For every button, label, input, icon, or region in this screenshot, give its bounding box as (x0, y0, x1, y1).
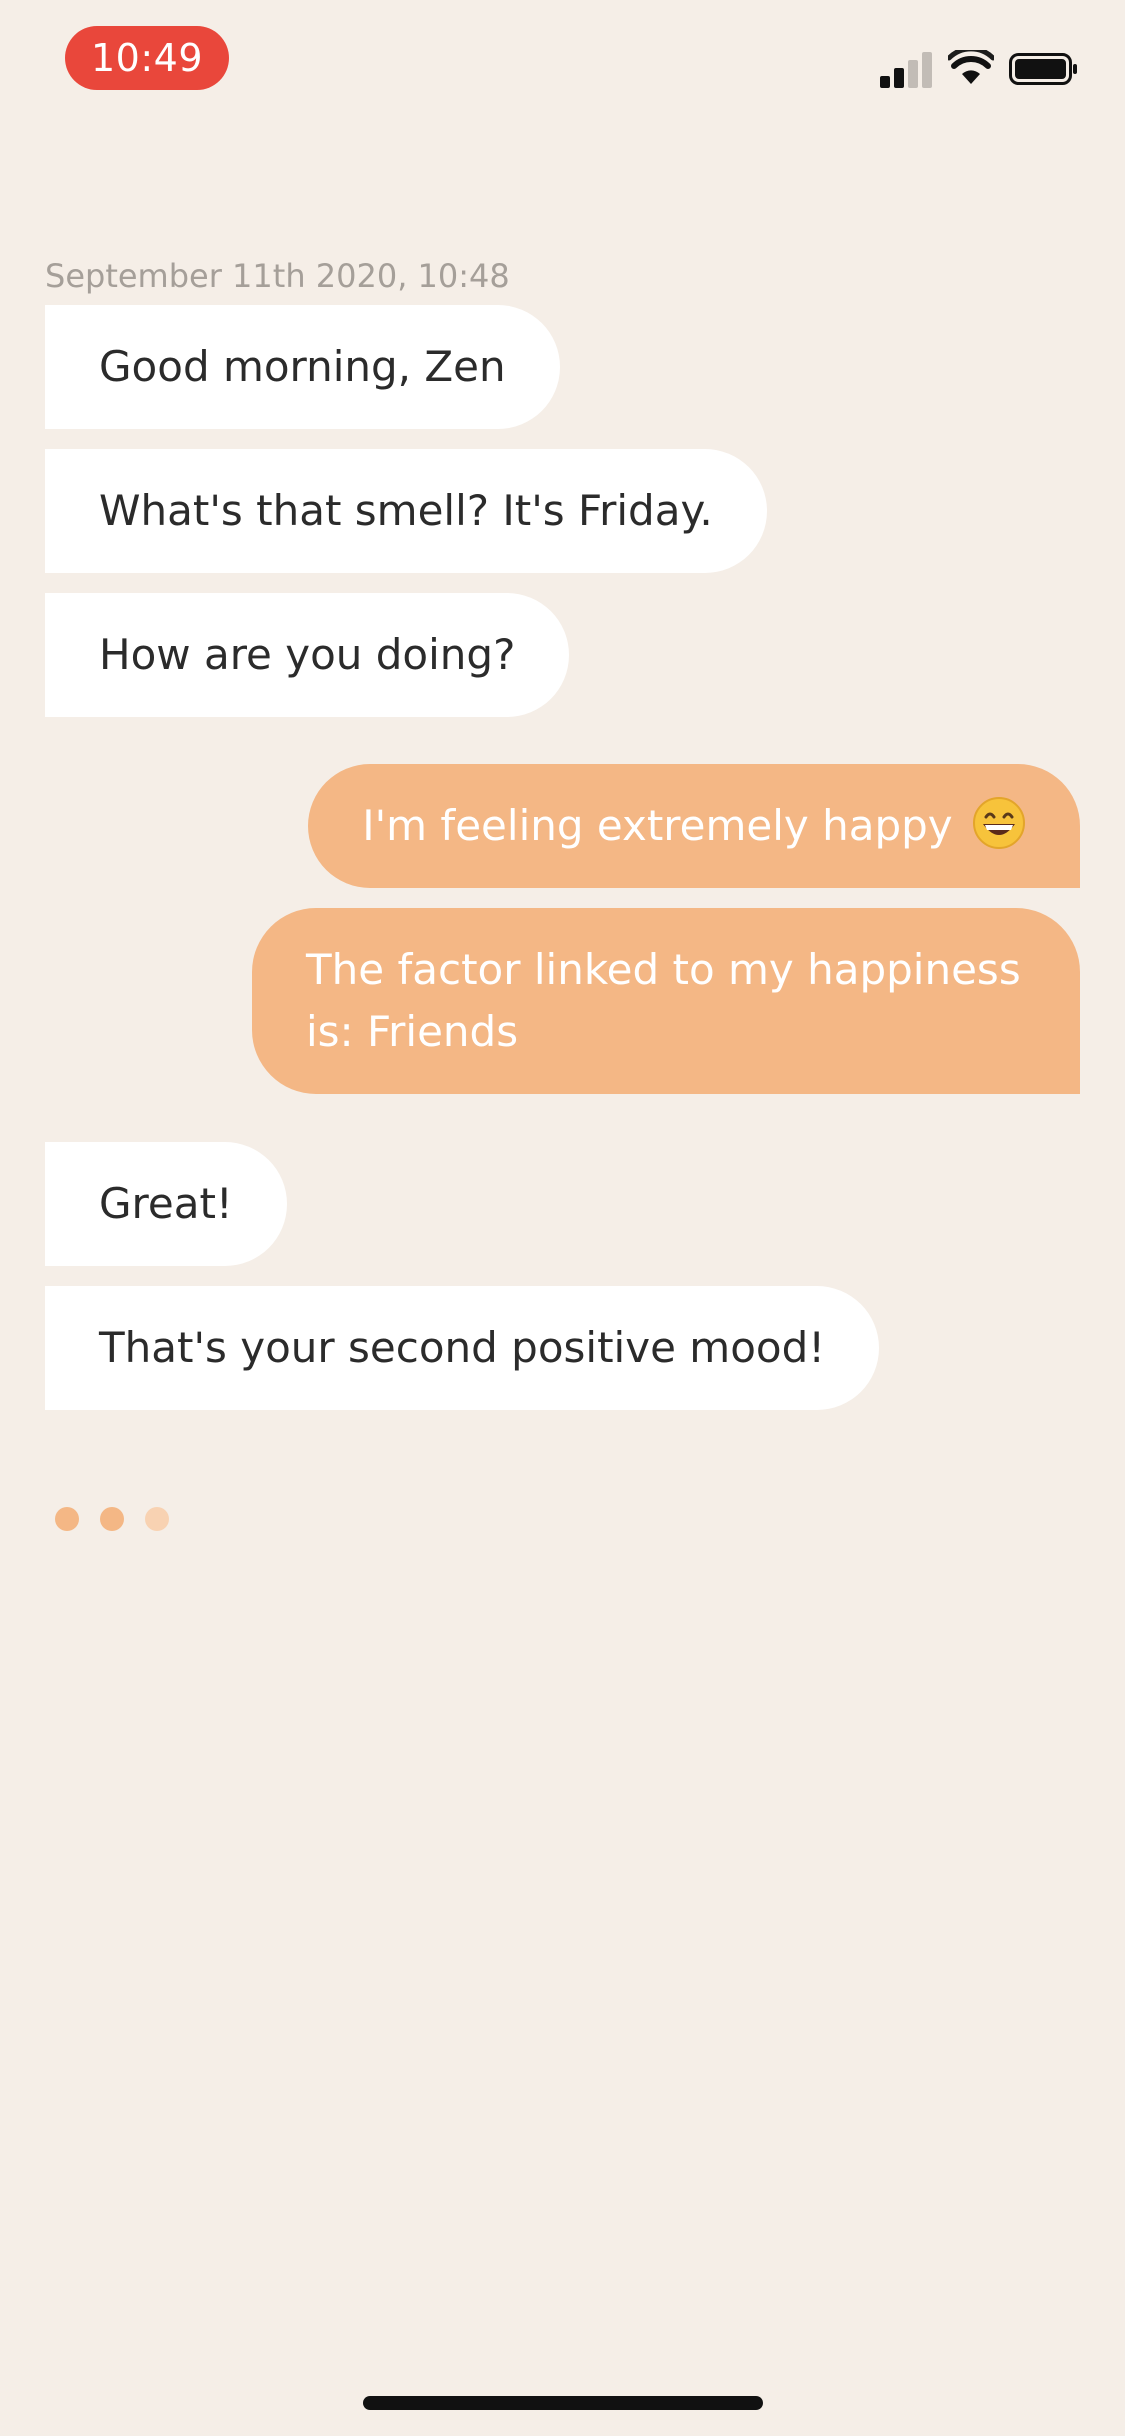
message-text: The factor linked to my happiness is: Fr… (306, 945, 1021, 1056)
message-text: What's that smell? It's Friday. (99, 486, 713, 535)
typing-indicator (55, 1504, 185, 1532)
battery-icon (1009, 53, 1077, 85)
message-text: How are you doing? (99, 630, 516, 679)
grinning-face-icon (973, 797, 1025, 849)
message-text: I'm feeling extremely happy (362, 801, 953, 850)
status-time[interactable]: 10:49 (65, 26, 229, 90)
message-text: Good morning, Zen (99, 342, 506, 391)
message-text: Great! (99, 1179, 233, 1228)
typing-dot (145, 1507, 169, 1531)
bot-message: How are you doing? (45, 593, 570, 717)
typing-dot (55, 1507, 79, 1531)
bot-message: Good morning, Zen (45, 305, 560, 429)
cellular-signal-icon (880, 48, 936, 88)
message-text: That's your second positive mood! (99, 1323, 826, 1372)
bot-message: That's your second positive mood! (45, 1286, 880, 1410)
user-message: I'm feeling extremely happy (308, 764, 1080, 888)
chat-timestamp: September 11th 2020, 10:48 (45, 257, 510, 295)
home-indicator[interactable] (363, 2396, 763, 2410)
user-message: The factor linked to my happiness is: Fr… (252, 908, 1080, 1094)
bot-message: What's that smell? It's Friday. (45, 449, 767, 573)
typing-dot (100, 1507, 124, 1531)
bot-message: Great! (45, 1142, 287, 1266)
chat-screen: 10:49 September 11th 2020, 10:48 Good mo… (0, 0, 1125, 2436)
wifi-icon (948, 50, 994, 84)
